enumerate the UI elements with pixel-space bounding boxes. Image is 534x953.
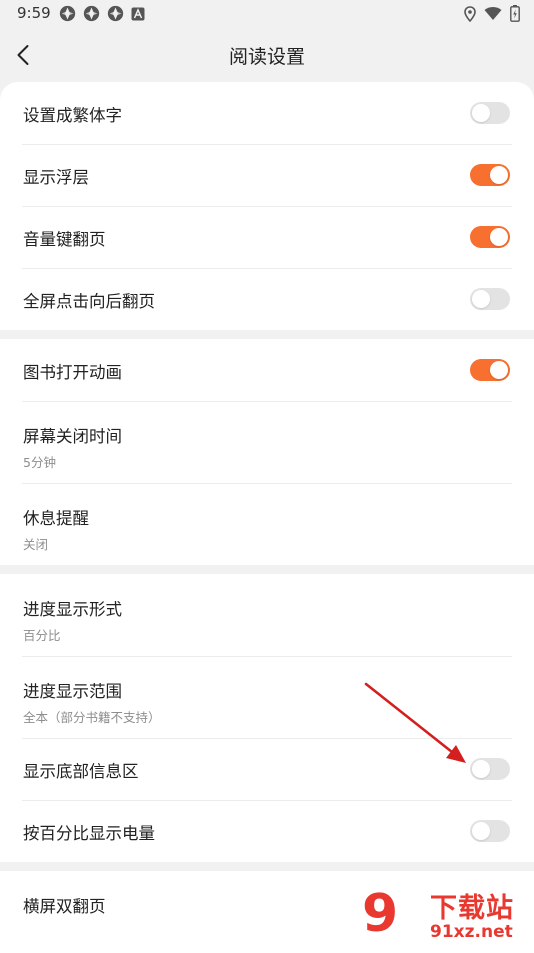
setting-label: 图书打开动画 <box>23 363 122 382</box>
toggle-knob <box>472 760 490 778</box>
setting-row-book-open-animation[interactable]: 图书打开动画 <box>0 339 534 401</box>
setting-label: 设置成繁体字 <box>23 106 122 125</box>
setting-label: 横屏双翻页 <box>23 897 106 916</box>
setting-row-volume-key-page[interactable]: 音量键翻页 <box>0 206 534 268</box>
setting-value: 5分钟 <box>23 455 56 470</box>
group-divider <box>0 330 534 339</box>
status-icons-right <box>464 5 520 22</box>
app-icon <box>59 5 76 22</box>
app-icon <box>83 5 100 22</box>
toggle-book-open-animation[interactable] <box>470 359 510 381</box>
toggle-show-overlay[interactable] <box>470 164 510 186</box>
setting-label: 休息提醒 <box>23 509 89 528</box>
toggle-volume-key-page[interactable] <box>470 226 510 248</box>
toggle-knob <box>490 228 508 246</box>
page-title: 阅读设置 <box>228 46 305 68</box>
toggle-fullscreen-tap-forward[interactable] <box>470 288 510 310</box>
setting-label: 进度显示形式 <box>23 600 122 619</box>
battery-icon <box>510 5 520 22</box>
group-divider <box>0 565 534 574</box>
app-icon <box>107 5 124 22</box>
setting-row-fullscreen-tap-forward[interactable]: 全屏点击向后翻页 <box>0 268 534 330</box>
setting-label: 按百分比显示电量 <box>23 824 155 843</box>
toggle-traditional-chinese[interactable] <box>470 102 510 124</box>
settings-group-progress: 进度显示形式 百分比 进度显示范围 全本（部分书籍不支持） 显示底部信息区 按百… <box>0 574 534 862</box>
setting-row-traditional-chinese[interactable]: 设置成繁体字 <box>0 82 534 144</box>
setting-row-screen-off-time[interactable]: 屏幕关闭时间 5分钟 <box>0 401 534 483</box>
watermark-logo: 9 <box>362 884 398 944</box>
setting-row-rest-reminder[interactable]: 休息提醒 关闭 <box>0 483 534 565</box>
toggle-knob <box>490 361 508 379</box>
toggle-knob <box>472 104 490 122</box>
toggle-show-bottom-info[interactable] <box>470 758 510 780</box>
watermark: 9 下载站 91xz.net <box>360 882 534 950</box>
setting-label: 音量键翻页 <box>23 230 106 249</box>
watermark-title: 下载站 <box>430 893 514 924</box>
setting-row-battery-percent[interactable]: 按百分比显示电量 <box>0 800 534 862</box>
toggle-battery-percent[interactable] <box>470 820 510 842</box>
toggle-knob <box>472 290 490 308</box>
setting-row-show-bottom-info[interactable]: 显示底部信息区 <box>0 738 534 800</box>
setting-row-progress-range[interactable]: 进度显示范围 全本（部分书籍不支持） <box>0 656 534 738</box>
setting-value: 百分比 <box>23 628 61 643</box>
watermark-url: 91xz.net <box>430 922 513 942</box>
setting-label: 显示浮层 <box>23 168 89 187</box>
setting-row-show-overlay[interactable]: 显示浮层 <box>0 144 534 206</box>
location-icon <box>464 5 476 22</box>
settings-group-display: 设置成繁体字 显示浮层 音量键翻页 全屏点击向后翻页 <box>0 82 534 330</box>
setting-label: 显示底部信息区 <box>23 762 139 781</box>
settings-group-screen: 图书打开动画 屏幕关闭时间 5分钟 休息提醒 关闭 <box>0 339 534 565</box>
status-bar: 9:59 <box>0 0 534 28</box>
toggle-knob <box>490 166 508 184</box>
group-divider <box>0 862 534 871</box>
wifi-icon <box>484 7 502 20</box>
toggle-knob <box>472 822 490 840</box>
setting-value: 关闭 <box>23 537 49 552</box>
nav-bar: 阅读设置 <box>0 28 534 82</box>
setting-label: 屏幕关闭时间 <box>23 427 122 446</box>
setting-value: 全本（部分书籍不支持） <box>23 710 161 725</box>
settings-list: 设置成繁体字 显示浮层 音量键翻页 全屏点击向后翻页 图书打开动画 屏幕关闭时间… <box>0 82 534 953</box>
setting-row-progress-format[interactable]: 进度显示形式 百分比 <box>0 574 534 656</box>
setting-label: 进度显示范围 <box>23 682 122 701</box>
setting-label: 全屏点击向后翻页 <box>23 292 155 311</box>
a-badge-icon <box>131 7 145 20</box>
status-icons-left <box>59 5 145 22</box>
status-time: 9:59 <box>17 4 51 22</box>
